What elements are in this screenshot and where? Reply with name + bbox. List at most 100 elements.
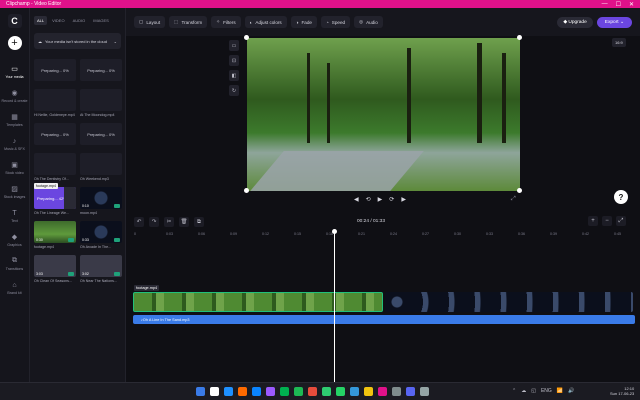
rail-item-templates[interactable]: ▦ Templates [0, 108, 29, 132]
taskbar-app-icon[interactable] [336, 387, 345, 396]
media-card[interactable]: Preparing... 0% [34, 123, 76, 147]
tray-icon[interactable]: ◱ [531, 388, 536, 394]
taskbar-app-icon[interactable] [210, 387, 219, 396]
media-card[interactable]: 3:03 Oh Clean Of Seasons... [34, 255, 76, 283]
video-clip-footage[interactable] [133, 292, 383, 312]
record-icon: ◉ [11, 90, 18, 97]
duration-badge: 3:02 [82, 272, 89, 276]
cloud-notice[interactable]: ☁ Your media isn't stored in the cloud ⌄ [34, 33, 121, 49]
taskbar-app-icon[interactable] [350, 387, 359, 396]
delete-icon[interactable]: 🗑 [179, 217, 189, 227]
rotate-icon[interactable]: ↻ [229, 85, 239, 96]
adjust-colors-button[interactable]: ◐ Adjust colors [244, 16, 287, 28]
duplicate-icon[interactable]: ⧉ [194, 217, 204, 227]
media-card[interactable]: Preparing... 0% [80, 59, 122, 83]
transform-button[interactable]: ⬚ Transform [169, 16, 208, 28]
media-card[interactable]: At The Moondog.mp4 [80, 89, 122, 117]
resize-handle[interactable] [244, 35, 249, 40]
rail-item-record-create[interactable]: ◉ Record & create [0, 84, 29, 108]
taskbar-app-icon[interactable] [266, 387, 275, 396]
taskbar-app-icon[interactable] [322, 387, 331, 396]
taskbar-app-icon[interactable] [252, 387, 261, 396]
speed-button[interactable]: ◔ Speed [320, 16, 351, 28]
rail-item-text[interactable]: T Text [0, 204, 29, 228]
taskbar-app-icon[interactable] [238, 387, 247, 396]
taskbar-app-icon[interactable] [420, 387, 429, 396]
maximize-icon[interactable]: ☐ [616, 1, 621, 8]
rewind-icon[interactable]: ⟲ [366, 196, 371, 203]
taskbar-app-icon[interactable] [364, 387, 373, 396]
tab-audio[interactable]: AUDIO [70, 16, 89, 25]
resize-handle[interactable] [517, 35, 522, 40]
rail-item-music-sfx[interactable]: ♪ Music & SFX [0, 132, 29, 156]
forward-icon[interactable]: ⟳ [389, 196, 394, 203]
fade-button[interactable]: ◑ Fade [290, 16, 317, 28]
playhead[interactable] [332, 229, 337, 382]
video-clip-moon[interactable] [385, 292, 633, 312]
skip-back-icon[interactable]: ◀ [354, 196, 359, 203]
taskbar-app-icon[interactable] [308, 387, 317, 396]
play-icon[interactable]: ▶ [378, 196, 383, 203]
fullscreen-icon[interactable]: ⤢ [511, 196, 516, 203]
audio-clip[interactable]: ♪ Oh A Line In The Sand.mp3 [133, 315, 635, 324]
media-card[interactable]: 0:33 Oh Arcade In The... [80, 221, 122, 249]
taskbar-app-icon[interactable] [392, 387, 401, 396]
minimize-icon[interactable]: — [602, 1, 608, 8]
media-card[interactable]: Oh The Dentistry Of... [34, 153, 76, 181]
tab-all[interactable]: ALL [34, 16, 48, 25]
tray-icon[interactable]: 📶 [557, 388, 563, 394]
upgrade-button[interactable]: ◆ Upgrade [557, 16, 593, 28]
video-preview[interactable] [247, 38, 520, 191]
resize-handle[interactable] [517, 188, 522, 193]
layout-button[interactable]: ▢ Layout [134, 16, 166, 28]
filters-button[interactable]: ✧ Filters [211, 16, 241, 28]
fit-icon[interactable]: ⊡ [229, 55, 239, 66]
tab-video[interactable]: VIDEO [49, 16, 67, 25]
help-button[interactable]: ? [614, 190, 628, 204]
tab-images[interactable]: IMAGES [90, 16, 112, 25]
tray-icon[interactable]: ☁ [521, 388, 526, 394]
create-new-button[interactable]: + [7, 36, 22, 50]
skip-forward-icon[interactable]: ▶ [401, 196, 406, 203]
media-card[interactable]: Preparing... 0% [34, 59, 76, 83]
aspect-ratio-button[interactable]: 16:9 [612, 38, 626, 47]
taskbar-app-icon[interactable] [224, 387, 233, 396]
media-thumbnail [34, 89, 76, 111]
media-card[interactable]: 0:30 footage.mp4 [34, 221, 76, 249]
media-card[interactable]: Hi Nellie, Goldeneye.mp4 [34, 89, 76, 117]
rail-item-brand-kit[interactable]: ⌂ Brand kit [0, 276, 29, 300]
rail-item-stock-images[interactable]: ▨ Stock images [0, 180, 29, 204]
zoom-out-icon[interactable]: − [602, 216, 612, 226]
split-icon[interactable]: ✂ [164, 217, 174, 227]
media-card[interactable]: 3:02 Oh Near The Nations... [80, 255, 122, 283]
zoom-in-icon[interactable]: + [588, 216, 598, 226]
playback-controls: ◀ ⟲ ▶ ⟳ ▶ [354, 196, 406, 203]
undo-icon[interactable]: ↶ [134, 217, 144, 227]
timeline-ruler[interactable]: 0 0:03 0:06 0:09 0:12 0:15 0:18 0:21 0:24 0:27 0:3… [134, 232, 634, 240]
media-card[interactable]: 0:10 moon.mp4 [80, 187, 122, 215]
rail-item-transitions[interactable]: ⧉ Transitions [0, 252, 29, 276]
close-icon[interactable]: ✕ [629, 1, 634, 8]
audio-button[interactable]: ◎ Audio [354, 16, 383, 28]
resize-handle[interactable] [244, 188, 249, 193]
taskbar-app-icon[interactable] [406, 387, 415, 396]
media-card[interactable]: Oh Weekend.mp3 [80, 153, 122, 181]
redo-icon[interactable]: ↷ [149, 217, 159, 227]
taskbar-app-icon[interactable] [196, 387, 205, 396]
taskbar-app-icon[interactable] [294, 387, 303, 396]
pip-icon[interactable]: ◧ [229, 70, 239, 81]
export-button[interactable]: Export ⌄ [596, 16, 632, 28]
tray-icon[interactable]: ⌃ [512, 388, 516, 394]
crop-icon[interactable]: ▭ [229, 40, 239, 51]
rail-item-stock-video[interactable]: ▣ Stock video [0, 156, 29, 180]
media-card[interactable]: Preparing... 0% [80, 123, 122, 147]
tray-icon[interactable]: 🔊 [568, 388, 574, 394]
media-card[interactable]: Preparing... 42% Oh The Lineage We... [34, 187, 76, 215]
tray-icon[interactable]: ENG [541, 388, 552, 394]
rail-item-graphics[interactable]: ◆ Graphics [0, 228, 29, 252]
zoom-fit-icon[interactable]: ⤢ [616, 216, 626, 226]
taskbar-app-icon[interactable] [378, 387, 387, 396]
taskbar-app-icon[interactable] [280, 387, 289, 396]
taskbar-clock[interactable]: 12:10 Sun 17-06-23 [610, 386, 634, 396]
rail-item-your-media[interactable]: ▭ Your media [0, 60, 29, 84]
